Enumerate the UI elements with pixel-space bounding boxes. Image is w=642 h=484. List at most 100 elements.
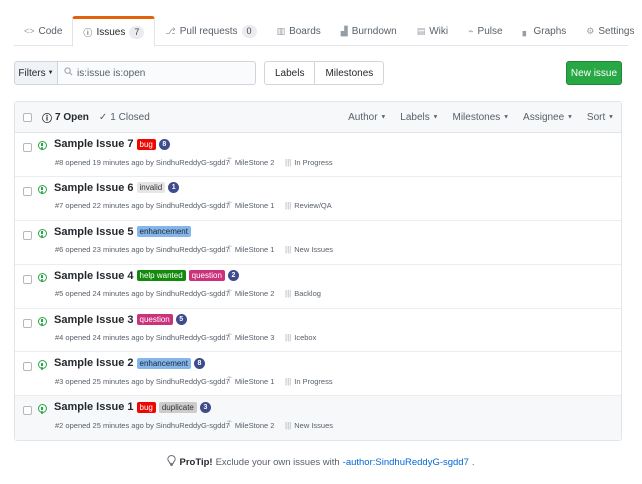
issue-checkbox[interactable] <box>23 406 32 416</box>
protip-author-filter-link[interactable]: -author:SindhuReddyG-sgdd7 <box>343 457 469 468</box>
labels-filter-menu[interactable]: Labels ▼ <box>393 112 445 123</box>
search-input[interactable] <box>77 67 247 79</box>
issue-project-column[interactable]: ||| New Issues <box>285 245 333 254</box>
issue-opened-by[interactable]: #8 opened 19 minutes ago by SindhuReddyG… <box>55 158 230 167</box>
label-help-wanted[interactable]: help wanted <box>136 270 186 282</box>
issue-opened-by[interactable]: #4 opened 24 minutes ago by SindhuReddyG… <box>55 333 230 342</box>
issue-opened-by[interactable]: #6 opened 23 minutes ago by SindhuReddyG… <box>55 245 230 254</box>
check-icon: ✓ <box>98 111 108 123</box>
issue-milestone[interactable]: ⍑ MileStone 3 <box>227 333 282 343</box>
new-issue-button[interactable]: New issue <box>566 61 622 85</box>
tab-label: Boards <box>289 25 321 37</box>
issue-milestone[interactable]: ⍑ MileStone 2 <box>227 420 282 430</box>
milestone-icon: ⍑ <box>227 332 232 342</box>
tab-pulse[interactable]: ⌁ Pulse <box>458 16 512 46</box>
project-label: Backlog <box>294 289 321 299</box>
issue-badge: 3 <box>199 401 211 413</box>
issue-badge: 2 <box>227 270 239 282</box>
label-enhancement[interactable]: enhancement <box>136 357 191 369</box>
issue-checkbox[interactable] <box>23 143 32 152</box>
label-enhancement[interactable]: enhancement <box>136 226 191 238</box>
milestones-button[interactable]: Milestones <box>315 61 385 85</box>
issue-opened-by[interactable]: #2 opened 25 minutes ago by SindhuReddyG… <box>55 421 230 430</box>
issue-meta: #7 opened 22 minutes ago by SindhuReddyG… <box>55 201 332 211</box>
issue-row[interactable]: Sample Issue 2 enhancement 8 #3 opened 2… <box>15 352 621 397</box>
issue-title-link[interactable]: Sample Issue 7 <box>54 138 134 150</box>
milestone-icon: ⍑ <box>227 288 232 298</box>
issue-project-column[interactable]: ||| In Progress <box>285 158 333 167</box>
issue-opened-icon <box>38 228 47 238</box>
issue-title-link[interactable]: Sample Issue 2 <box>54 357 134 369</box>
issue-meta: #6 opened 23 minutes ago by SindhuReddyG… <box>55 245 333 255</box>
milestone-icon: ⍑ <box>227 420 232 430</box>
author-filter-menu[interactable]: Author ▼ <box>341 112 393 123</box>
issue-opened-icon: ⓘ <box>83 28 93 38</box>
milestone-label: MileStone 3 <box>234 333 275 343</box>
milestone-label: MileStone 2 <box>234 289 275 299</box>
filter-menus: Author ▼ Labels ▼ Milestones ▼ Assignee … <box>341 112 621 123</box>
tab-graphs[interactable]: ▖ Graphs <box>513 16 577 46</box>
issue-checkbox[interactable] <box>23 362 32 372</box>
label-bug[interactable]: bug <box>136 401 156 413</box>
sort-menu[interactable]: Sort ▼ <box>580 112 621 123</box>
issue-title-link[interactable]: Sample Issue 4 <box>54 270 134 282</box>
open-issues-link[interactable]: ⓘ 7 Open <box>42 110 89 125</box>
issue-row[interactable]: Sample Issue 7 bug 8 #8 opened 19 minute… <box>15 133 621 177</box>
label-question[interactable]: question <box>136 314 173 326</box>
issue-checkbox[interactable] <box>23 186 32 196</box>
tab-label: Graphs <box>533 25 567 37</box>
issue-row[interactable]: Sample Issue 3 question 5 #4 opened 24 m… <box>15 309 621 353</box>
issue-meta: #3 opened 25 minutes ago by SindhuReddyG… <box>55 376 333 386</box>
assignee-filter-menu[interactable]: Assignee ▼ <box>516 112 580 123</box>
issue-checkbox[interactable] <box>23 318 32 328</box>
issue-milestone[interactable]: ⍑ MileStone 2 <box>227 289 282 299</box>
issue-milestone[interactable]: ⍑ MileStone 1 <box>227 245 282 255</box>
issue-milestone[interactable]: ⍑ MileStone 2 <box>227 157 282 167</box>
select-all-checkbox[interactable] <box>23 112 32 122</box>
label-duplicate[interactable]: duplicate <box>158 401 197 413</box>
tab-settings[interactable]: ⚙ Settings <box>576 16 642 46</box>
issue-milestone[interactable]: ⍑ MileStone 1 <box>227 201 282 211</box>
tab-issues[interactable]: ⓘ Issues 7 <box>72 16 156 47</box>
issue-row[interactable]: Sample Issue 5 enhancement #6 opened 23 … <box>15 221 621 265</box>
label-question[interactable]: question <box>188 270 225 282</box>
git-pull-request-icon: ⎇ <box>165 25 176 36</box>
issue-opened-by[interactable]: #7 opened 22 minutes ago by SindhuReddyG… <box>55 201 230 210</box>
issue-row[interactable]: Sample Issue 1 bug duplicate 3 #2 opened… <box>15 396 621 441</box>
issue-title-line: Sample Issue 6 invalid 1 <box>54 182 180 194</box>
issue-row[interactable]: Sample Issue 4 help wanted question 2 #5… <box>15 265 621 309</box>
issue-project-column[interactable]: ||| Icebox <box>285 333 316 342</box>
tab-wiki[interactable]: ▤ Wiki <box>407 16 458 46</box>
tab-code[interactable]: <> Code <box>14 16 72 46</box>
closed-issues-link[interactable]: ✓ 1 Closed <box>99 112 150 123</box>
issue-checkbox[interactable] <box>23 230 32 240</box>
issue-title-link[interactable]: Sample Issue 5 <box>54 226 134 238</box>
tab-burndown[interactable]: ▟ Burndown <box>331 16 407 46</box>
labels-button[interactable]: Labels <box>264 61 316 85</box>
issue-project-column[interactable]: ||| New Issues <box>285 421 333 430</box>
issue-project-column[interactable]: ||| In Progress <box>285 377 333 386</box>
menu-label: Milestones <box>452 111 501 123</box>
tab-boards[interactable]: ▥ Boards <box>267 16 331 46</box>
issue-opened-icon <box>38 404 47 414</box>
issue-checkbox[interactable] <box>23 274 32 284</box>
boards-icon: ▥ <box>276 25 286 36</box>
tab-pull-requests[interactable]: ⎇ Pull requests 0 <box>155 16 266 46</box>
filters-dropdown-button[interactable]: Filters ▼ <box>14 61 58 85</box>
issue-meta: #8 opened 19 minutes ago by SindhuReddyG… <box>55 157 333 167</box>
issue-opened-by[interactable]: #5 opened 24 minutes ago by SindhuReddyG… <box>55 289 230 298</box>
caret-down-icon: ▼ <box>566 113 573 120</box>
issue-title-link[interactable]: Sample Issue 6 <box>54 182 134 194</box>
issue-title-link[interactable]: Sample Issue 3 <box>54 314 134 326</box>
issue-title-link[interactable]: Sample Issue 1 <box>54 401 134 413</box>
milestones-filter-menu[interactable]: Milestones ▼ <box>446 112 517 123</box>
label-bug[interactable]: bug <box>136 138 156 150</box>
issue-project-column[interactable]: ||| Review/QA <box>285 201 332 210</box>
tab-label: Wiki <box>429 25 449 37</box>
filters-label: Filters <box>18 67 46 79</box>
label-invalid[interactable]: invalid <box>136 182 166 194</box>
issue-opened-by[interactable]: #3 opened 25 minutes ago by SindhuReddyG… <box>55 377 230 386</box>
issue-milestone[interactable]: ⍑ MileStone 1 <box>227 376 282 386</box>
issue-row[interactable]: Sample Issue 6 invalid 1 #7 opened 22 mi… <box>15 177 621 221</box>
issue-project-column[interactable]: ||| Backlog <box>285 289 321 298</box>
